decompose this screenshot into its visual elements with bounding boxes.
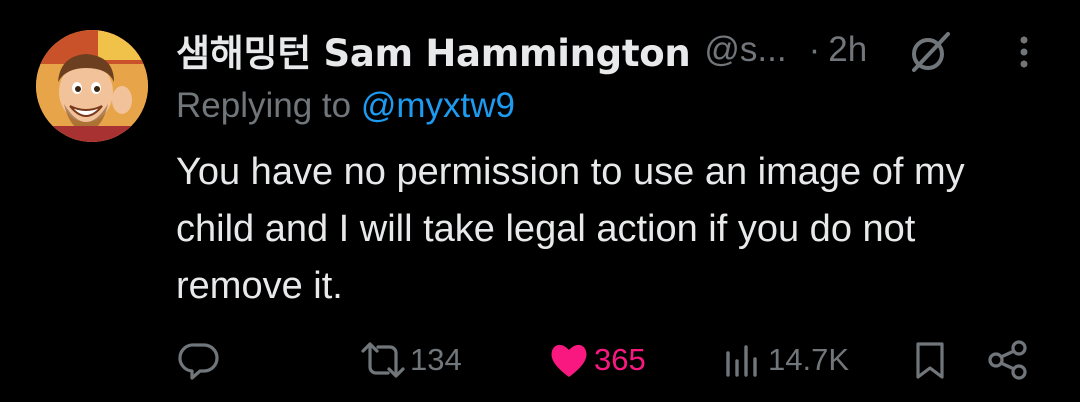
heart-icon [551,344,587,377]
retweet-count: 134 [410,342,462,377]
retweet-icon [361,342,405,378]
bookmark-icon [916,342,944,379]
action-bar: 134 365 14.7K [176,334,1036,386]
share-button[interactable] [986,334,1030,386]
user-handle[interactable]: @s... [704,30,786,70]
avatar[interactable] [36,30,148,142]
like-button[interactable]: 365 [546,334,646,386]
bookmark-button[interactable] [910,334,950,386]
views-icon [726,345,757,377]
retweet-button[interactable]: 134 [358,334,462,386]
reply-icon [178,343,219,380]
mention-link[interactable]: @myxtw9 [361,86,515,125]
separator-dot: · [808,30,821,69]
views-count: 14.7K [768,342,850,377]
tweet-header: 샘해밍턴 Sam Hammington @s... · 2h [176,23,867,77]
tweet-text: You have no permission to use an image o… [176,151,965,307]
replying-to: Replying to @myxtw9 [176,86,515,126]
reply-button[interactable] [176,334,224,386]
replying-prefix: Replying to [176,86,361,125]
display-name[interactable]: 샘해밍턴 Sam Hammington [176,23,691,77]
avatar-image [36,30,148,142]
more-options-icon[interactable] [1012,30,1036,74]
tweet[interactable]: 샘해밍턴 Sam Hammington @s... · 2h Replying … [0,0,1080,402]
timestamp[interactable]: 2h [828,30,867,70]
share-icon [988,340,1027,380]
views-button[interactable]: 14.7K [722,334,849,386]
grok-icon[interactable] [906,28,954,76]
like-count: 365 [594,342,646,377]
